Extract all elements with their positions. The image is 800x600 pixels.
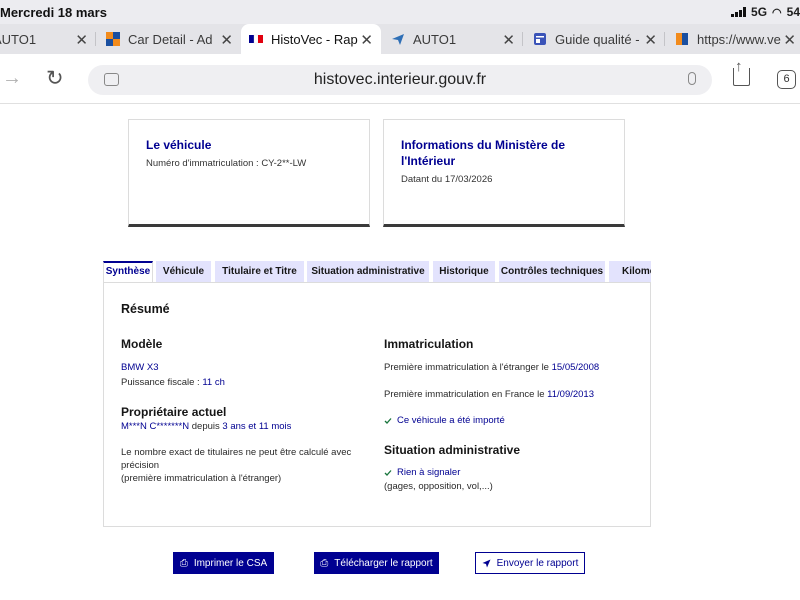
battery-level: 54	[786, 5, 800, 19]
data-date: Datant du 17/03/2026	[401, 174, 493, 185]
browser-tab[interactable]: AUTO1 ✕	[0, 24, 96, 54]
close-icon[interactable]: ✕	[75, 31, 88, 49]
france-registration-date: 11/09/2013	[547, 389, 594, 400]
ministry-card-title: Informations du Ministère de l'Intérieur	[401, 138, 566, 168]
tab-titulaire[interactable]: Titulaire et Titre	[215, 261, 304, 283]
admin-status: Rien à signaler	[384, 466, 460, 479]
model-heading: Modèle	[121, 337, 163, 351]
fiscal-power: Puissance fiscale : 11 ch	[121, 376, 225, 389]
browser-tab-label: AUTO1	[413, 31, 457, 47]
send-report-label: Envoyer le rapport	[496, 557, 579, 569]
browser-tab-label: Car Detail - Ad	[128, 31, 213, 47]
signal-icon	[731, 7, 747, 17]
close-icon[interactable]: ✕	[783, 31, 796, 49]
owner-since-value: 3 ans et 11 mois	[222, 421, 292, 432]
admin-details: (gages, opposition, vol,...)	[384, 481, 493, 492]
france-registration: Première immatriculation en France le 11…	[384, 388, 594, 401]
browser-tab[interactable]: AUTO1 ✕	[381, 24, 523, 54]
vehicle-card: Le véhicule Numéro d'immatriculation : C…	[128, 119, 370, 227]
owner-heading: Propriétaire actuel	[121, 405, 227, 419]
wifi-icon: ◠	[772, 6, 782, 19]
admin-status-text: Rien à signaler	[397, 467, 461, 478]
tab-kilometrage[interactable]: Kilomé	[609, 261, 651, 283]
auto1-logo-icon	[106, 32, 120, 46]
forward-arrow-icon[interactable]: →	[2, 67, 22, 90]
foreign-registration-date: 15/05/2008	[551, 362, 600, 373]
status-time: Mercredi 18 mars	[0, 5, 107, 20]
owner-note-line: précision	[121, 460, 160, 471]
share-icon[interactable]	[733, 58, 750, 86]
send-icon	[482, 559, 491, 567]
summary-panel: Résumé Modèle BMW X3 Puissance fiscale :…	[103, 282, 651, 527]
reload-icon[interactable]: ↻	[46, 66, 64, 91]
tab-count-button[interactable]: 6	[777, 70, 796, 89]
printer-icon: ⎙	[320, 557, 329, 569]
url-text[interactable]: histovec.interieur.gouv.fr	[88, 71, 712, 89]
imported-status: Ce véhicule a été importé	[384, 414, 505, 427]
fiscal-power-value: 11 ch	[202, 377, 225, 388]
download-report-button[interactable]: ⎙ Télécharger le rapport	[314, 552, 439, 574]
owner-note-line: (première immatriculation à l'étranger)	[121, 473, 282, 484]
browser-tab[interactable]: Guide qualité - ✕	[523, 24, 665, 54]
tab-vehicule[interactable]: Véhicule	[156, 261, 211, 283]
registration-heading: Immatriculation	[384, 337, 474, 351]
address-bar[interactable]: histovec.interieur.gouv.fr	[88, 65, 712, 95]
site-favicon-icon	[676, 33, 688, 45]
browser-tab[interactable]: Car Detail - Ad ✕	[96, 24, 241, 54]
check-icon	[384, 469, 392, 476]
tab-historique[interactable]: Historique	[433, 261, 495, 283]
close-icon[interactable]: ✕	[502, 31, 515, 49]
close-icon[interactable]: ✕	[220, 31, 233, 49]
admin-heading: Situation administrative	[384, 443, 521, 457]
tab-synthese[interactable]: Synthèse	[103, 261, 153, 283]
owner-note-line: Le nombre exact de titulaires ne peut êt…	[121, 447, 352, 458]
browser-tab-label: https://www.ve	[697, 31, 781, 47]
model-name: BMW X3	[121, 362, 159, 373]
document-icon	[534, 33, 546, 45]
send-report-button[interactable]: Envoyer le rapport	[475, 552, 585, 574]
owner-line: M***N C*******N depuis 3 ans et 11 mois	[121, 420, 291, 433]
ministry-card: Informations du Ministère de l'Intérieur…	[383, 119, 625, 227]
browser-tab-active[interactable]: HistoVec - Rap ✕	[241, 24, 381, 54]
tab-situation-administrative[interactable]: Situation administrative	[307, 261, 429, 283]
tab-controles-techniques[interactable]: Contrôles techniques	[499, 261, 605, 283]
fiscal-power-label: Puissance fiscale :	[121, 377, 203, 388]
foreign-registration: Première immatriculation à l'étranger le…	[384, 361, 599, 374]
france-registration-label: Première immatriculation en France le	[384, 389, 548, 400]
browser-tab-label: Guide qualité -	[555, 31, 640, 47]
owner-name: M***N C*******N	[121, 421, 190, 432]
close-icon[interactable]: ✕	[644, 31, 657, 49]
download-report-label: Télécharger le rapport	[334, 557, 433, 569]
browser-tab[interactable]: https://www.ve ✕	[665, 24, 800, 54]
status-indicators: 5G ◠ 54	[731, 5, 800, 19]
status-bar: Mercredi 18 mars 5G ◠ 54	[0, 0, 800, 24]
print-csa-button[interactable]: ⎙ Imprimer le CSA	[173, 552, 274, 574]
print-csa-label: Imprimer le CSA	[193, 557, 268, 569]
browser-tab-label: AUTO1	[0, 31, 37, 47]
plate-number: Numéro d'immatriculation : CY-2**-LW	[146, 158, 307, 169]
foreign-registration-label: Première immatriculation à l'étranger le	[384, 362, 552, 373]
owner-note: Le nombre exact de titulaires ne peut êt…	[121, 446, 366, 485]
browser-toolbar: → ↻ histovec.interieur.gouv.fr 6	[0, 54, 800, 104]
microphone-icon[interactable]	[688, 72, 696, 85]
owner-since-label: depuis	[189, 421, 223, 432]
french-flag-icon	[249, 34, 263, 44]
printer-icon: ⎙	[179, 557, 188, 569]
network-label: 5G	[751, 5, 768, 19]
vehicle-card-title: Le véhicule	[146, 138, 212, 152]
check-icon	[384, 417, 392, 424]
browser-tab-label: HistoVec - Rap	[271, 31, 358, 47]
imported-text: Ce véhicule a été importé	[397, 415, 505, 426]
summary-title: Résumé	[121, 302, 170, 316]
report-tabs: Synthèse Véhicule Titulaire et Titre Sit…	[103, 261, 651, 283]
auto1-arrow-icon	[392, 34, 404, 45]
browser-tab-bar: AUTO1 ✕ Car Detail - Ad ✕ HistoVec - Rap…	[0, 24, 800, 54]
close-icon[interactable]: ✕	[360, 31, 373, 49]
